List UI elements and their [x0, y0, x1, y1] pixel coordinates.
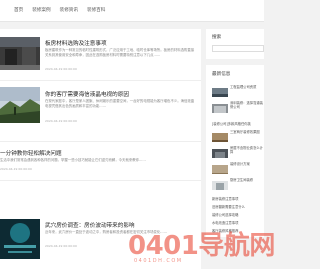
search-widget-title: 搜索 [212, 35, 222, 40]
main-nav: 首页 装修案例 装修资讯 装修百科 [14, 7, 114, 13]
recent-post-item[interactable]: 厨房卫生间装修 [212, 178, 264, 191]
recent-post-thumbnail[interactable] [212, 178, 228, 190]
recent-posts-widget: 最新信息 工程监理公司资质 深圳装修：选择靠谱装修公司 [装修公司]多款风格任你… [206, 65, 264, 237]
article-title[interactable]: 板房材料选购及注意事项 [45, 39, 107, 47]
recent-post-title[interactable]: 厨房卫生间装修 [230, 178, 266, 190]
watermark-subtext: 0401DH.COM [134, 258, 183, 264]
recent-post-thumbnail[interactable] [212, 85, 228, 97]
recent-post-title[interactable]: 房屋不含物业费怎么计算 [230, 146, 266, 158]
article-title[interactable]: 你的客厅需要海信液晶电视的原因 [45, 90, 129, 98]
recent-post-link[interactable]: [装修公司]多款风格任你挑 [212, 121, 264, 126]
recent-post-item[interactable]: 深圳装修：选择靠谱装修公司 [212, 101, 264, 114]
recent-post-title[interactable]: 工程监理公司资质 [230, 85, 266, 97]
article-thumbnail[interactable] [0, 87, 40, 123]
recent-post-title[interactable]: 装修设计方案 [230, 162, 266, 174]
recent-post-item[interactable]: 装修设计方案 [212, 162, 264, 175]
nav-item-home[interactable]: 首页 [14, 7, 23, 13]
top-navbar: 首页 装修案例 装修资讯 装修百科 [0, 0, 264, 22]
article-date: 2024-04-19 00:00:00 [45, 119, 77, 123]
recent-post-link[interactable]: 旧房翻新需要注意什么 [212, 204, 264, 209]
recent-post-item[interactable]: 工程监理公司资质 [212, 85, 264, 98]
article-thumbnail[interactable] [0, 219, 40, 259]
nav-item-wiki[interactable]: 装修百科 [87, 7, 105, 13]
nav-item-cases[interactable]: 装修案例 [32, 7, 50, 13]
search-input[interactable] [212, 45, 264, 52]
recent-post-thumbnail[interactable] [212, 101, 228, 113]
recent-posts-title: 最新信息 [212, 72, 231, 77]
nav-item-news[interactable]: 装修资讯 [60, 7, 78, 13]
recent-post-link[interactable]: 新房装修注意事项 [212, 196, 264, 201]
recent-post-title[interactable]: 深圳装修：选择靠谱装修公司 [230, 101, 266, 113]
search-widget: 搜索 [206, 29, 264, 59]
article-title[interactable]: 武穴房价调查：房价波动带来的影响 [45, 221, 135, 229]
article-date: 2024-04-19 00:00:00 [0, 167, 32, 171]
article-item: 板房材料选购及注意事项 板房建筑作为一种常见的临时性建筑形式，广泛应用于工地、临… [0, 29, 201, 79]
article-date: 2024-04-19 00:00:00 [45, 67, 77, 71]
recent-post-thumbnail[interactable] [212, 162, 228, 174]
divider [0, 80, 201, 81]
article-item: 你的客厅需要海信液晶电视的原因 在现代家庭中，客厅是家人团聚、休闲娱乐的重要空间… [0, 83, 201, 135]
article-title[interactable]: 一分钟教你轻松解决问题 [0, 149, 62, 157]
divider [0, 141, 201, 142]
watermark-logo: 0401导航网 [128, 231, 275, 261]
article-excerpt: 板房建筑作为一种常见的临时性建筑形式，广泛应用于工地、临时仓库等场所。板房的材料… [45, 48, 195, 58]
recent-post-link[interactable]: 装修公司选择攻略 [212, 212, 264, 217]
article-date: 2024-04-19 00:00:00 [45, 244, 77, 248]
article-item: 一分钟教你轻松解决问题 生活中我们常常会遇到各种各样的问题，掌握一些小技巧就能让… [0, 144, 201, 188]
article-excerpt: 在现代家庭中，客厅是家人团聚、休闲娱乐的重要空间，一台好的电视能为客厅增色不少。… [45, 99, 195, 109]
divider [0, 180, 201, 181]
recent-post-thumbnail[interactable] [212, 146, 228, 158]
recent-post-item[interactable]: 三室两厅装修效果图 [212, 130, 264, 143]
recent-post-item[interactable]: 房屋不含物业费怎么计算 [212, 146, 264, 159]
recent-post-thumbnail[interactable] [212, 130, 228, 142]
recent-post-title[interactable]: 三室两厅装修效果图 [230, 130, 266, 142]
article-thumbnail[interactable] [0, 37, 40, 70]
article-excerpt: 生活中我们常常会遇到各种各样的问题，掌握一些小技巧就能让它们迎刃而解，今天就来教… [0, 158, 146, 162]
